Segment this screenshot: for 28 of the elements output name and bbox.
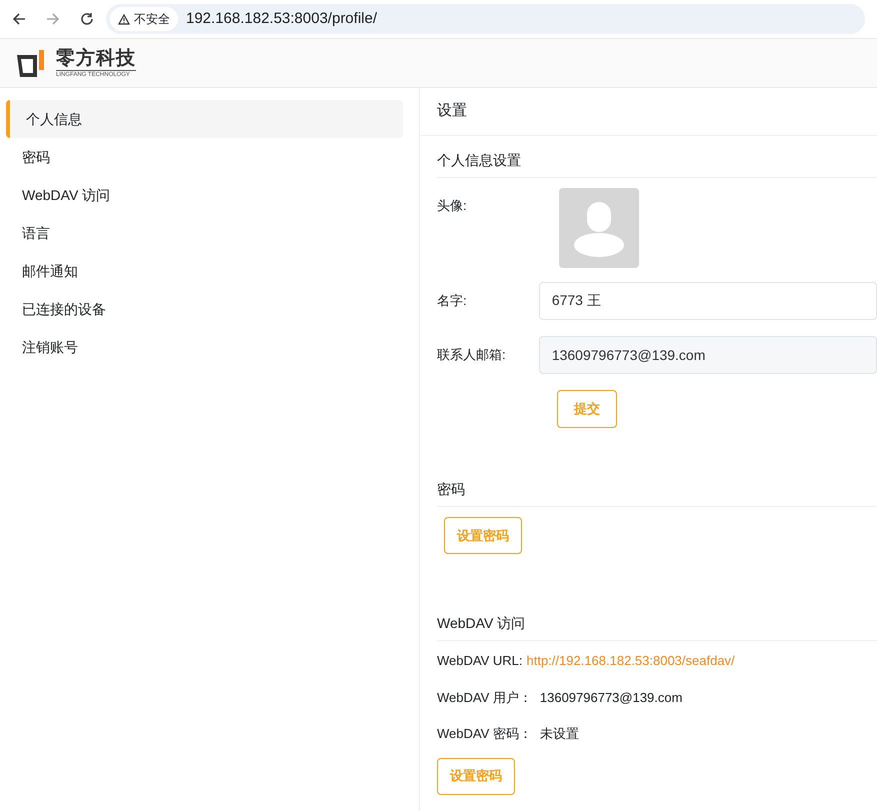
email-field[interactable]: 13609796773@139.com [538,336,877,374]
webdav-url-label: WebDAV URL: [437,652,522,670]
section-heading: 密码 [437,481,465,497]
section-heading: WebDAV 访问 [437,615,526,631]
warning-icon [118,14,130,24]
address-bar[interactable]: 不安全 192.168.182.53:8003/profile/ [106,4,865,34]
webdav-password-label: WebDAV 密码： [437,725,532,743]
name-field[interactable]: 6773 王 [538,282,877,320]
back-icon[interactable] [12,12,26,26]
webdav-user-value: 13609796773@139.com [540,688,682,706]
sidebar-item[interactable]: 个人信息 [6,100,403,138]
url-text: 192.168.182.53:8003/profile/ [186,8,377,29]
sidebar-item[interactable]: 语言 [6,214,403,252]
sidebar-item[interactable]: WebDAV 访问 [6,176,403,214]
reload-icon[interactable] [80,12,94,26]
sidebar-item[interactable]: 已连接的设备 [6,290,403,328]
sidebar-item[interactable]: 邮件通知 [6,252,403,290]
page-title: 设置 [437,101,467,122]
name-label: 名字: [437,292,468,310]
webdav-password-value: 未设置 [540,725,579,743]
webdav-user-label: WebDAV 用户： [437,688,532,706]
security-chip[interactable]: 不安全 [110,7,178,31]
sidebar-item[interactable]: 注销账号 [6,328,403,366]
section-heading: 个人信息设置 [437,152,521,168]
email-label: 联系人邮箱: [437,346,507,364]
logo-text: 零方科技 [56,48,136,68]
sidebar-item[interactable]: 密码 [6,138,403,176]
avatar-label: 头像: [437,197,468,215]
